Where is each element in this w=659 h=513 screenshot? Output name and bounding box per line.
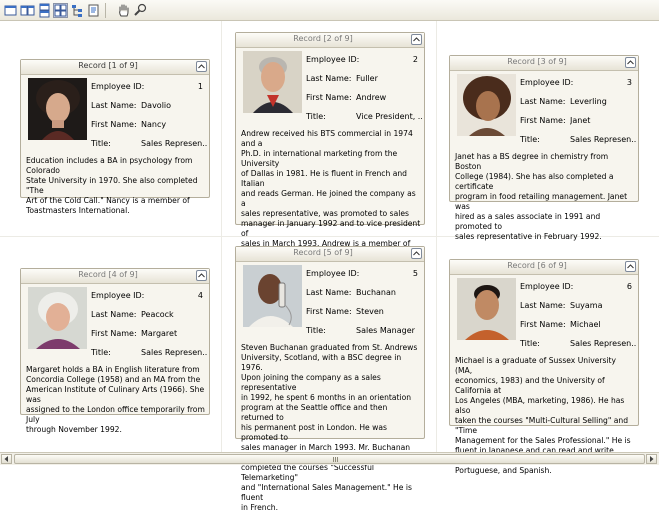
- title-value: Sales Represen...: [570, 135, 636, 144]
- notes-text: Steven Buchanan graduated from St. Andre…: [241, 343, 418, 512]
- title-value: Sales Manager: [356, 326, 415, 335]
- grip-icon: [333, 457, 339, 462]
- horizontal-scrollbar[interactable]: [0, 452, 659, 465]
- first-name-label: First Name:: [306, 307, 352, 316]
- first-name-label: First Name:: [520, 116, 566, 125]
- collapse-icon[interactable]: [196, 61, 207, 72]
- last-name-label: Last Name:: [91, 101, 137, 110]
- collapse-icon[interactable]: [411, 34, 422, 45]
- title-value: Sales Represen...: [141, 348, 207, 357]
- employee-id-value: 1: [197, 82, 203, 91]
- zoom-icon[interactable]: [133, 3, 148, 18]
- collapse-icon[interactable]: [625, 57, 636, 68]
- employee-id-value: 6: [626, 282, 632, 291]
- collapse-icon[interactable]: [196, 270, 207, 281]
- record-card[interactable]: Record [1 of 9] Employee ID: 1 Last Name…: [20, 59, 210, 215]
- last-name-label: Last Name:: [306, 74, 352, 83]
- last-name-value: Leverling: [570, 97, 607, 106]
- record-tree-icon[interactable]: [70, 3, 85, 18]
- title-label: Title:: [520, 135, 540, 144]
- first-name-value: Steven: [356, 307, 384, 316]
- first-name-value: Andrew: [356, 93, 387, 102]
- last-name-value: Fuller: [356, 74, 378, 83]
- title-value: Sales Represen...: [570, 339, 636, 348]
- scroll-left-arrow-icon[interactable]: [1, 454, 12, 464]
- record-title: Record [4 of 9]: [78, 270, 138, 279]
- employee-id-value: 2: [412, 55, 418, 64]
- notes-text: Janet has a BS degree in chemistry from …: [455, 152, 628, 241]
- last-name-label: Last Name:: [520, 301, 566, 310]
- employee-id-label: Employee ID:: [520, 282, 574, 291]
- scrollbar-thumb[interactable]: [14, 454, 645, 464]
- last-name-label: Last Name:: [306, 288, 352, 297]
- record-title: Record [6 of 9]: [507, 261, 567, 270]
- employee-id-label: Employee ID:: [306, 55, 360, 64]
- customize-icon[interactable]: [86, 3, 101, 18]
- employee-photo: [28, 287, 87, 349]
- record-card[interactable]: Record [4 of 9] Employee ID: 4 Last Name…: [20, 268, 210, 434]
- record-header[interactable]: Record [3 of 9]: [450, 56, 638, 71]
- two-records-icon[interactable]: [20, 3, 35, 18]
- record-card[interactable]: Record [5 of 9] Employee ID: 5 Last Name…: [235, 246, 425, 512]
- first-name-value: Janet: [570, 116, 591, 125]
- title-value: Sales Represen...: [141, 139, 207, 148]
- stacked-records-icon[interactable]: [37, 3, 52, 18]
- title-label: Title:: [306, 326, 326, 335]
- employee-photo: [457, 74, 516, 136]
- first-name-label: First Name:: [306, 93, 352, 102]
- employee-id-label: Employee ID:: [306, 269, 360, 278]
- last-name-value: Peacock: [141, 310, 174, 319]
- employee-id-value: 3: [626, 78, 632, 87]
- multiple-records-icon[interactable]: [53, 3, 68, 18]
- employee-photo: [243, 265, 302, 327]
- title-label: Title:: [520, 339, 540, 348]
- employee-photo: [457, 278, 516, 340]
- title-label: Title:: [306, 112, 326, 121]
- last-name-label: Last Name:: [520, 97, 566, 106]
- employee-id-label: Employee ID:: [520, 78, 574, 87]
- record-header[interactable]: Record [1 of 9]: [21, 60, 209, 75]
- record-card[interactable]: Record [6 of 9] Employee ID: 6 Last Name…: [449, 259, 639, 475]
- employee-id-label: Employee ID:: [91, 82, 145, 91]
- last-name-value: Suyama: [570, 301, 603, 310]
- title-label: Title:: [91, 348, 111, 357]
- record-title: Record [3 of 9]: [507, 57, 567, 66]
- employee-id-value: 4: [197, 291, 203, 300]
- title-label: Title:: [91, 139, 111, 148]
- employee-photo: [28, 78, 87, 140]
- toolbar-separator: [105, 3, 106, 18]
- pan-hand-icon[interactable]: [116, 3, 131, 18]
- first-name-value: Michael: [570, 320, 601, 329]
- record-header[interactable]: Record [6 of 9]: [450, 260, 638, 275]
- record-card[interactable]: Record [3 of 9] Employee ID: 3 Last Name…: [449, 55, 639, 241]
- first-name-value: Margaret: [141, 329, 178, 338]
- first-name-label: First Name:: [520, 320, 566, 329]
- notes-text: Education includes a BA in psychology fr…: [26, 156, 198, 215]
- single-record-icon[interactable]: [3, 3, 18, 18]
- employee-photo: [243, 51, 302, 113]
- record-header[interactable]: Record [4 of 9]: [21, 269, 209, 284]
- title-value: Vice President, ...: [356, 112, 422, 121]
- collapse-icon[interactable]: [625, 261, 636, 272]
- first-name-value: Nancy: [141, 120, 167, 129]
- first-name-label: First Name:: [91, 120, 137, 129]
- scroll-right-arrow-icon[interactable]: [646, 454, 657, 464]
- last-name-label: Last Name:: [91, 310, 137, 319]
- record-header[interactable]: Record [2 of 9]: [236, 33, 424, 48]
- record-title: Record [1 of 9]: [78, 61, 138, 70]
- employee-id-label: Employee ID:: [91, 291, 145, 300]
- toolbar: [0, 0, 659, 21]
- first-name-label: First Name:: [91, 329, 137, 338]
- record-title: Record [5 of 9]: [293, 248, 353, 257]
- record-title: Record [2 of 9]: [293, 34, 353, 43]
- last-name-value: Buchanan: [356, 288, 396, 297]
- record-header[interactable]: Record [5 of 9]: [236, 247, 424, 262]
- collapse-icon[interactable]: [411, 248, 422, 259]
- notes-text: Margaret holds a BA in English literatur…: [26, 365, 205, 434]
- last-name-value: Davolio: [141, 101, 172, 110]
- record-card[interactable]: Record [2 of 9] Employee ID: 2 Last Name…: [235, 32, 425, 298]
- employee-id-value: 5: [412, 269, 418, 278]
